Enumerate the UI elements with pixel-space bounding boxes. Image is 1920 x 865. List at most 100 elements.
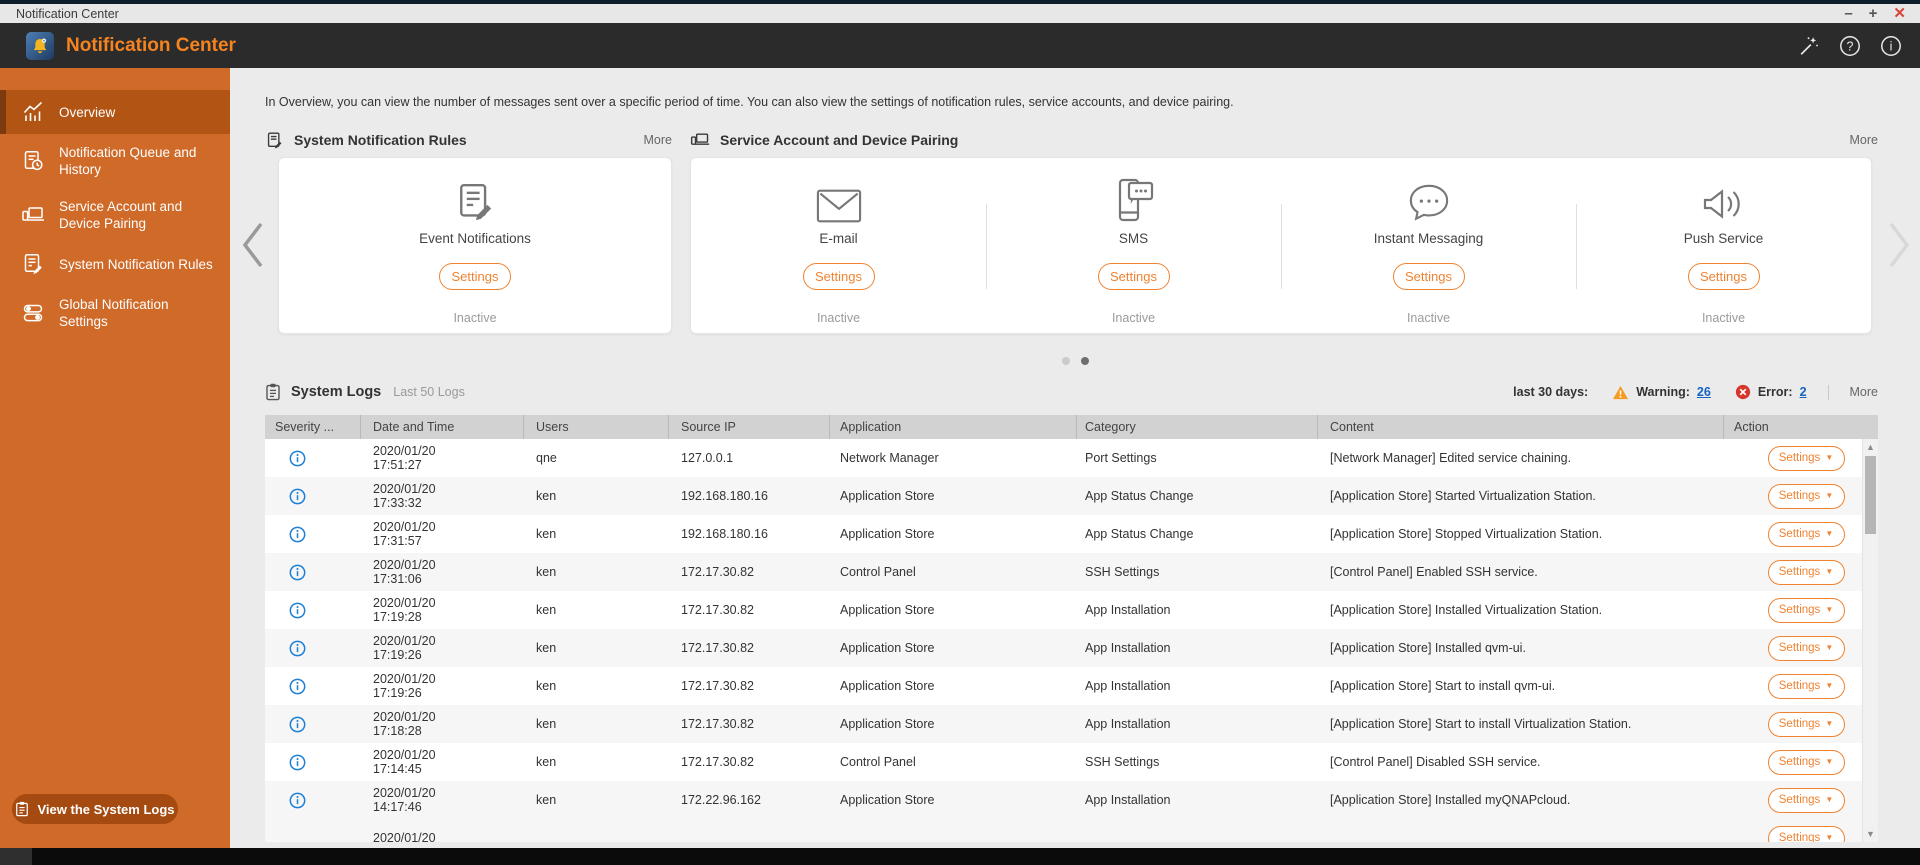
instant-messaging-settings-button[interactable]: Settings (1392, 263, 1465, 290)
rules-more-link[interactable]: More (644, 133, 672, 147)
maximize-button[interactable]: + (1869, 6, 1878, 21)
user-cell: ken (536, 527, 557, 541)
content-cell: [Application Store] Started Virtualizati… (1330, 489, 1596, 503)
service-cell-push-service: Push Service Settings Inactive (1576, 158, 1871, 333)
application-cell: Control Panel (840, 565, 916, 579)
overview-description: In Overview, you can view the number of … (265, 95, 1234, 109)
carousel-prev-icon[interactable] (240, 220, 266, 270)
email-settings-button[interactable]: Settings (802, 263, 875, 290)
minimize-button[interactable]: – (1844, 6, 1852, 21)
sidebar-item-label: Service Account and Device Pairing (59, 199, 183, 231)
services-more-link[interactable]: More (1850, 133, 1878, 147)
action-cell: Settings ▼ (1724, 597, 1878, 623)
col-category[interactable]: Category (1077, 415, 1318, 439)
event-notifications-card: Event Notifications Settings Inactive (278, 157, 672, 334)
table-row: 2020/01/20 17:19:26 ken 172.17.30.82 App… (265, 667, 1878, 705)
card-status: Inactive (1111, 311, 1156, 325)
table-header-row: Severity ... Date and Time Users Source … (265, 415, 1878, 439)
date-time-cell: 2020/01/20 17:31:57 (373, 519, 436, 549)
push-service-settings-button[interactable]: Settings (1687, 263, 1760, 290)
user-cell: ken (536, 717, 557, 731)
carousel-next-icon[interactable] (1886, 220, 1912, 270)
severity-cell (265, 792, 361, 809)
rules-icon (21, 252, 45, 276)
col-users[interactable]: Users (524, 415, 669, 439)
queue-history-icon (21, 149, 45, 173)
card-status: Inactive (816, 311, 861, 325)
warning-label: Warning: (1636, 385, 1690, 399)
card-label: Instant Messaging (1373, 231, 1484, 246)
error-count-link[interactable]: 2 (1800, 385, 1807, 399)
quick-setup-wand-icon[interactable] (1798, 35, 1820, 57)
source-ip-cell: 192.168.180.16 (681, 489, 768, 503)
application-cell: Application Store (840, 717, 935, 731)
app-title: Notification Center (66, 34, 236, 56)
sidebar-item-service-account-device-pairing[interactable]: Service Account and Device Pairing (0, 188, 230, 242)
col-application[interactable]: Application (830, 415, 1077, 439)
sidebar-item-system-notification-rules[interactable]: System Notification Rules (0, 242, 230, 286)
caret-down-icon: ▼ (1825, 453, 1834, 462)
sidebar-item-notification-queue-history[interactable]: Notification Queue and History (0, 134, 230, 188)
user-cell: ken (536, 489, 557, 503)
row-settings-dropdown-button[interactable]: Settings ▼ (1767, 445, 1845, 471)
bottom-bar (0, 848, 1920, 865)
col-source-ip[interactable]: Source IP (669, 415, 830, 439)
system-logs-header: System Logs Last 50 Logs last 30 days: W… (265, 379, 1878, 405)
carousel-dot-2[interactable] (1080, 357, 1089, 365)
col-severity[interactable]: Severity ... (265, 415, 361, 439)
row-settings-dropdown-button[interactable]: Settings ▼ (1767, 597, 1845, 623)
date-time-cell: 2020/01/20 17:18:28 (373, 709, 436, 739)
source-ip-cell: 172.17.30.82 (681, 641, 754, 655)
rules-icon (267, 132, 282, 148)
info-icon (289, 716, 306, 732)
application-cell: Application Store (840, 603, 935, 617)
action-cell: Settings ▼ (1724, 635, 1878, 661)
category-cell: App Installation (1085, 679, 1171, 693)
warning-count-link[interactable]: 26 (1697, 385, 1711, 399)
info-about-icon[interactable]: i (1880, 35, 1902, 57)
col-action[interactable]: Action (1724, 415, 1878, 439)
sidebar-item-global-notification-settings[interactable]: Global Notification Settings (0, 286, 230, 340)
row-settings-dropdown-button[interactable]: Settings ▼ (1767, 787, 1845, 813)
date-time-cell: 2020/01/20 14:17:46 (373, 785, 436, 815)
row-settings-dropdown-button[interactable]: Settings ▼ (1767, 825, 1845, 842)
scroll-down-icon[interactable]: ▼ (1863, 827, 1878, 841)
sidebar-item-overview[interactable]: Overview (0, 90, 230, 134)
caret-down-icon: ▼ (1825, 643, 1834, 652)
action-cell: Settings ▼ (1724, 787, 1878, 813)
sms-settings-button[interactable]: Settings (1097, 263, 1170, 290)
action-cell: Settings ▼ (1724, 559, 1878, 585)
row-settings-dropdown-button[interactable]: Settings ▼ (1767, 749, 1845, 775)
help-icon[interactable]: ? (1839, 35, 1861, 57)
logs-more-link[interactable]: More (1850, 385, 1878, 399)
content-cell: [Application Store] Installed qvm-ui. (1330, 641, 1526, 655)
carousel-dot-1[interactable] (1061, 357, 1070, 365)
application-cell: Network Manager (840, 451, 939, 465)
view-system-logs-button[interactable]: View the System Logs (12, 794, 178, 824)
notification-center-app-icon (26, 31, 54, 60)
user-cell: ken (536, 603, 557, 617)
col-date-time[interactable]: Date and Time (361, 415, 524, 439)
row-settings-dropdown-button[interactable]: Settings ▼ (1767, 521, 1845, 547)
close-button[interactable]: ✕ (1893, 6, 1906, 21)
col-content[interactable]: Content (1318, 415, 1724, 439)
row-settings-dropdown-button[interactable]: Settings ▼ (1767, 673, 1845, 699)
content-cell: [Application Store] Start to install Vir… (1330, 717, 1632, 731)
row-settings-dropdown-button[interactable]: Settings ▼ (1767, 483, 1845, 509)
event-notifications-settings-button[interactable]: Settings (439, 263, 511, 290)
row-settings-dropdown-button[interactable]: Settings ▼ (1767, 559, 1845, 585)
app-header: Notification Center ? i (0, 23, 1920, 68)
date-time-cell: 2020/01/20 17:31:06 (373, 557, 436, 587)
caret-down-icon: ▼ (1825, 491, 1834, 500)
info-icon (289, 564, 306, 580)
scrollbar-thumb[interactable] (1865, 456, 1876, 534)
caret-down-icon: ▼ (1825, 605, 1834, 614)
window-title: Notification Center (16, 6, 119, 21)
row-settings-dropdown-button[interactable]: Settings ▼ (1767, 711, 1845, 737)
card-status: Inactive (1701, 311, 1746, 325)
sidebar-item-label: Global Notification Settings (59, 297, 169, 329)
row-settings-dropdown-button[interactable]: Settings ▼ (1767, 635, 1845, 661)
vertical-scrollbar[interactable]: ▲ ▼ (1862, 439, 1878, 842)
scroll-up-icon[interactable]: ▲ (1863, 440, 1878, 454)
view-system-logs-label: View the System Logs (37, 801, 175, 817)
